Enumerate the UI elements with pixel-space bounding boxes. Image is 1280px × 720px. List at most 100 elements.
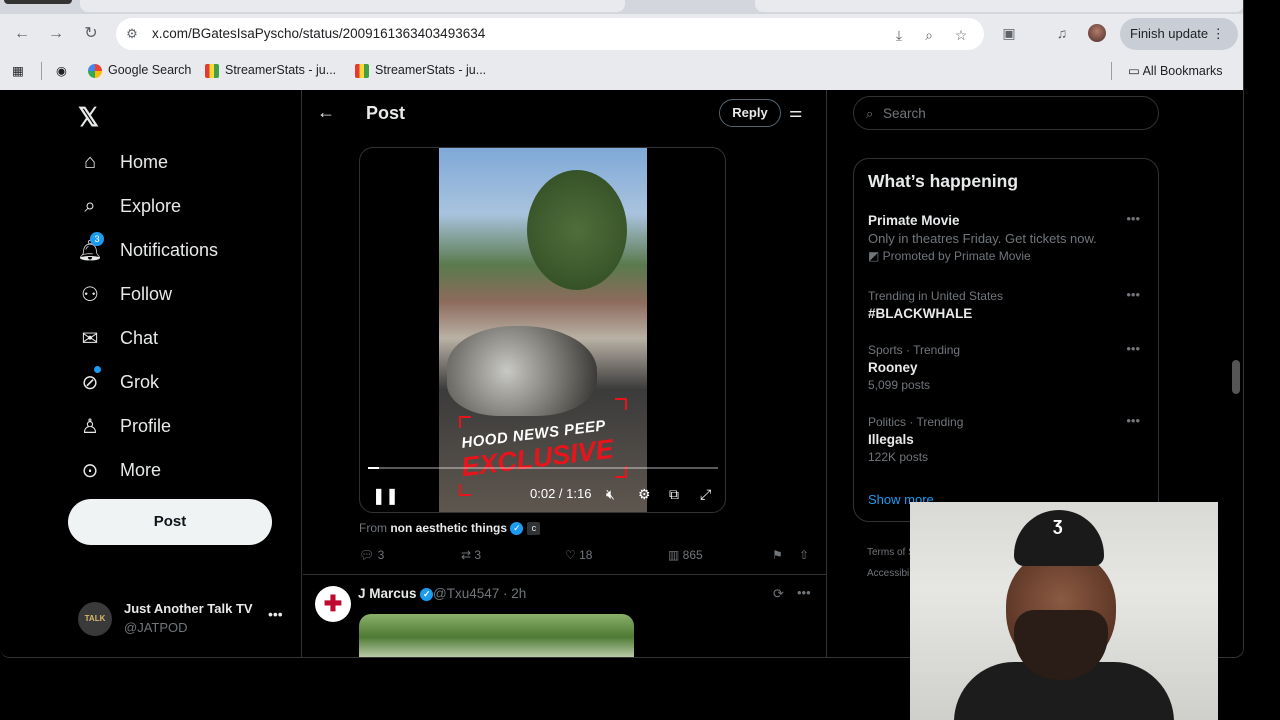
zoom-icon[interactable]: ⌕ — [920, 26, 938, 44]
footer-link-accessibility[interactable]: Accessibi — [867, 563, 915, 584]
tab-active[interactable] — [80, 0, 625, 12]
trend-item[interactable]: Sports · Trending Rooney 5,099 posts ••• — [868, 341, 1148, 392]
more-dots-icon[interactable]: ••• — [1126, 413, 1140, 428]
more-dots-icon[interactable]: ••• — [797, 585, 811, 600]
bookmark-icon[interactable]: ⚑ — [772, 548, 783, 562]
trend-item[interactable]: Trending in United States #BLACKWHALE ••… — [868, 287, 1148, 321]
back-arrow-icon[interactable]: ← — [317, 102, 335, 123]
sidebar-item-follow[interactable]: ⚇ Follow — [78, 279, 172, 309]
sidebar-item-explore[interactable]: ⌕ Explore — [78, 191, 181, 221]
tab-search-icon[interactable]: ▣ — [1000, 24, 1018, 42]
apps-grid-icon[interactable]: ▦ — [12, 63, 24, 78]
media-control-icon[interactable]: ♫ — [1053, 24, 1071, 42]
x-logo-icon[interactable]: 𝕏 — [78, 102, 99, 133]
sidebar-item-chat[interactable]: ✉ Chat — [78, 323, 158, 353]
sidebar-item-profile[interactable]: ♙ Profile — [78, 411, 171, 441]
finish-update-label: Finish update — [1130, 26, 1209, 41]
profile-avatar[interactable] — [1088, 24, 1106, 42]
page-scrollbar[interactable] — [1232, 360, 1240, 394]
webcam-overlay: ʒ — [910, 502, 1218, 720]
account-switcher[interactable]: TALK Just Another Talk TV @JATPOD ••• — [78, 598, 288, 638]
verified-badge-icon: ✓ — [510, 522, 524, 536]
like-action[interactable]: ♡ 18 — [565, 548, 592, 562]
filter-icon[interactable]: ⚌ — [789, 103, 802, 121]
back-icon[interactable]: ← — [12, 24, 32, 44]
globe-icon[interactable]: ◉ — [56, 63, 67, 78]
bookmark-streamerstats-2[interactable]: StreamerStats - ju... — [355, 63, 486, 78]
search-icon: ⌕ — [84, 194, 96, 217]
mail-icon: ✉ — [81, 327, 99, 350]
reload-icon[interactable]: ↻ — [81, 24, 101, 44]
more-dots-icon[interactable]: ••• — [1126, 287, 1140, 302]
account-handle: @JATPOD — [124, 620, 188, 635]
video-progress-fill — [368, 467, 379, 469]
bell-icon: 🔔︎ 3 — [77, 232, 104, 262]
source-name[interactable]: non aesthetic things — [390, 521, 507, 535]
pause-icon[interactable]: ❚❚ — [372, 486, 399, 506]
video-progress-bar[interactable] — [368, 467, 718, 469]
page-title: Post — [366, 103, 406, 123]
mute-icon[interactable]: 🔇︎ — [606, 486, 615, 503]
reply-button[interactable]: Reply — [719, 99, 781, 127]
search-input[interactable]: ⌕ Search — [853, 96, 1159, 130]
post-button[interactable]: Post — [68, 499, 272, 545]
sidebar-item-notifications[interactable]: 🔔︎ 3 Notifications — [77, 232, 218, 265]
sidebar-item-label: Home — [120, 151, 169, 172]
trend-description: Only in theatres Friday. Get tickets now… — [868, 231, 1097, 246]
trend-item[interactable]: Primate Movie Only in theatres Friday. G… — [868, 211, 1148, 263]
site-info-icon[interactable]: ⚙ — [124, 26, 140, 42]
tab-other[interactable] — [755, 0, 1243, 12]
home-icon: ⌂ — [83, 150, 97, 173]
sidebar-item-grok[interactable]: ⊘ Grok — [78, 366, 160, 397]
panel-title: What’s happening — [868, 171, 1019, 191]
video-scene-tree — [527, 170, 627, 290]
repost-action[interactable]: ⇄ 3 — [461, 548, 481, 562]
sidebar-item-label: Grok — [120, 371, 160, 392]
install-icon[interactable]: ⤓ — [890, 26, 908, 44]
sidebar-item-label: Follow — [120, 283, 173, 304]
tab-pinned[interactable] — [4, 0, 72, 4]
share-icon[interactable]: ⇧ — [799, 548, 809, 562]
more-dots-icon[interactable]: ••• — [1126, 211, 1140, 226]
bookmark-google-search[interactable]: Google Search — [88, 63, 191, 78]
account-name: Just Another Talk TV — [124, 601, 253, 616]
address-bar[interactable]: ⚙ x.com/BGatesIsaPyscho/status/200916136… — [116, 18, 984, 50]
sidebar-item-more[interactable]: ⊙ More — [78, 455, 161, 485]
menu-dots-icon: ⋮ — [1211, 26, 1225, 41]
reply-author-name[interactable]: J Marcus ✓ — [358, 586, 434, 601]
bookmark-streamerstats-1[interactable]: StreamerStats - ju... — [205, 63, 336, 78]
finish-update-button[interactable]: Finish update ⋮ — [1120, 18, 1238, 50]
reply-media-image[interactable] — [359, 614, 634, 657]
browser-toolbar: ← → ↻ ⚙ x.com/BGatesIsaPyscho/status/200… — [0, 16, 1243, 52]
post-header: ← Post Reply ⚌ — [303, 90, 827, 136]
more-dots-icon[interactable]: ••• — [268, 606, 283, 622]
main-column: ← Post Reply ⚌ HOOD NEWS PEEP EXCLUSIVE — [303, 90, 827, 657]
views-action[interactable]: ▥ 865 — [668, 548, 703, 562]
bookmark-separator — [41, 62, 42, 80]
trend-title: #BLACKWHALE — [868, 306, 973, 321]
fullscreen-icon[interactable]: ⤢ — [700, 486, 711, 503]
footer-link-terms[interactable]: Terms of S — [867, 542, 915, 563]
trend-item[interactable]: Politics · Trending Illegals 122K posts … — [868, 413, 1148, 464]
settings-gear-icon[interactable]: ⚙ — [638, 486, 651, 503]
video-player[interactable]: HOOD NEWS PEEP EXCLUSIVE ❚❚ 0:02 / 1:16 … — [359, 147, 726, 513]
reply-avatar[interactable]: ✚ — [315, 586, 351, 622]
whats-happening-panel: What’s happening Primate Movie Only in t… — [853, 158, 1159, 522]
all-bookmarks[interactable]: ▭ All Bookmarks — [1128, 63, 1222, 78]
forward-icon[interactable]: → — [46, 24, 66, 44]
sidebar-item-home[interactable]: ⌂ Home — [78, 147, 168, 177]
search-placeholder: Search — [883, 106, 926, 121]
left-sidebar: 𝕏 ⌂ Home ⌕ Explore 🔔︎ 3 Notifications ⚇ Follo… — [0, 90, 302, 657]
video-source[interactable]: From non aesthetic things ✓ c — [359, 521, 541, 536]
more-dots-icon[interactable]: ••• — [1126, 341, 1140, 356]
comment-icon: 💬︎ — [359, 548, 378, 562]
grok-explain-icon[interactable]: ⟳ — [773, 586, 784, 602]
url-text[interactable]: x.com/BGatesIsaPyscho/status/20091613634… — [152, 26, 485, 41]
reply-post[interactable]: ✚ J Marcus ✓ @Txu4547 · 2h ⟳ ••• — [303, 576, 827, 657]
picture-in-picture-icon[interactable]: ⧉ — [669, 486, 679, 503]
all-bookmarks-label: All Bookmarks — [1142, 64, 1223, 78]
trend-meta: Politics · Trending — [868, 415, 964, 429]
reply-action[interactable]: 💬︎ 3 — [359, 548, 384, 562]
affiliate-badge-icon: c — [527, 522, 541, 536]
bookmark-star-icon[interactable]: ☆ — [952, 26, 970, 44]
